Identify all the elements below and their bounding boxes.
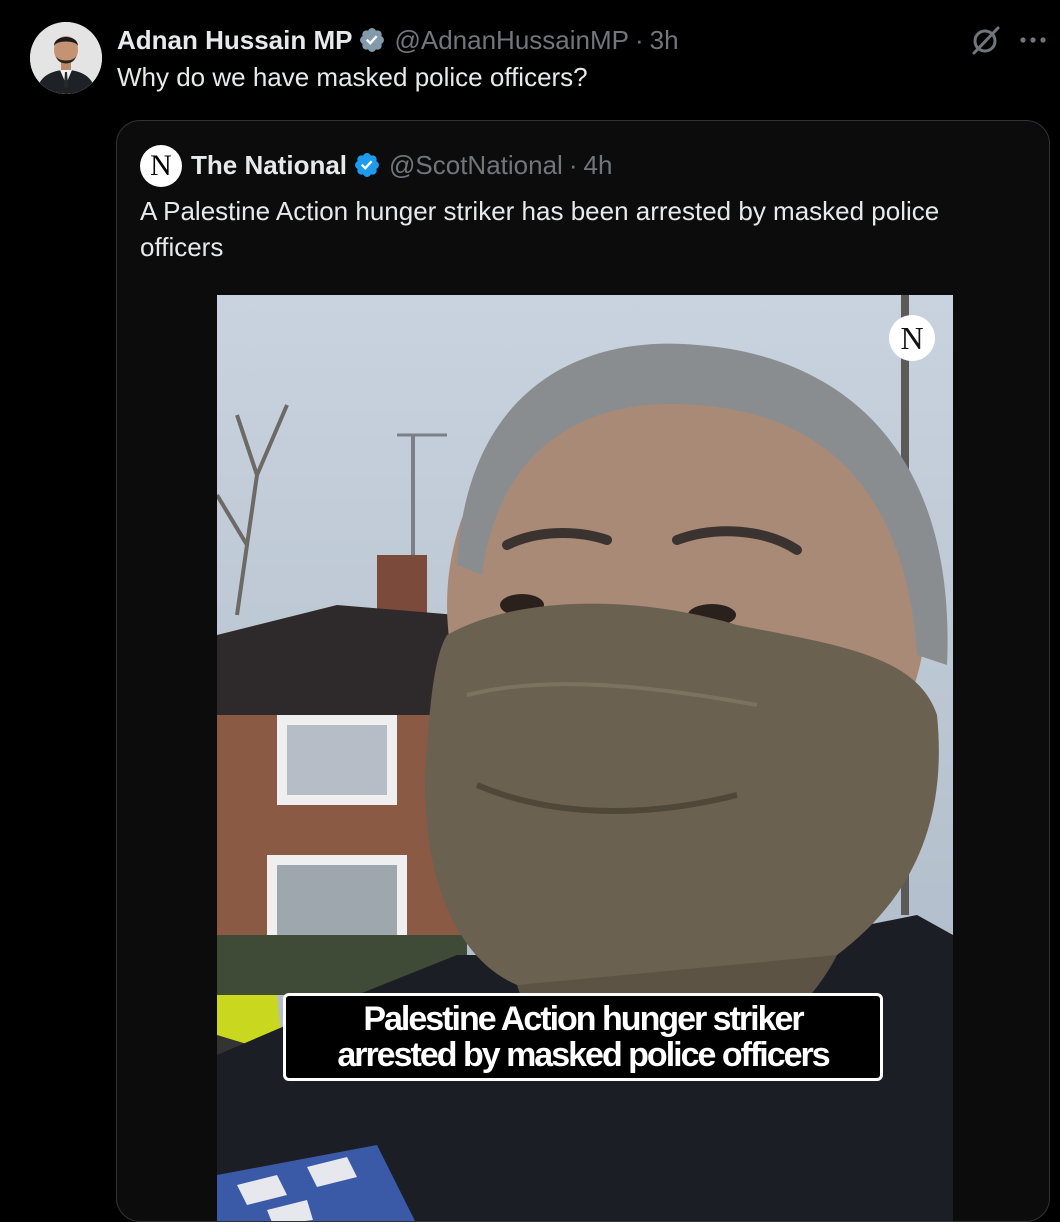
media-caption-line-1: Palestine Action hunger striker [363, 1000, 804, 1038]
grok-icon[interactable] [968, 24, 1002, 58]
avatar-image [30, 22, 102, 94]
quoted-author-avatar[interactable]: N [140, 145, 182, 187]
author-row: Adnan Hussain MP @AdnanHussainMP · 3h [117, 22, 679, 58]
author-name[interactable]: Adnan Hussain MP [117, 25, 352, 56]
media-caption-line-2: arrested by masked police officers [337, 1036, 830, 1074]
author-avatar[interactable] [30, 22, 102, 94]
author-handle[interactable]: @AdnanHussainMP [394, 25, 629, 56]
quoted-author-handle[interactable]: @ScotNational [389, 150, 563, 181]
tweet: Adnan Hussain MP @AdnanHussainMP · 3h Wh… [0, 0, 1060, 1222]
separator-dot: · [635, 24, 644, 55]
media-watermark-letter: N [900, 320, 924, 356]
separator-dot: · [568, 149, 578, 180]
quoted-tweet-card[interactable]: N The National @ScotNational · 4h A Pale… [116, 120, 1050, 1222]
more-options-icon[interactable] [1018, 26, 1048, 54]
quoted-author-name[interactable]: The National [191, 150, 347, 181]
quoted-author-row: The National @ScotNational · 4h [191, 147, 612, 183]
media-photo [217, 295, 953, 1221]
verified-badge-icon [355, 153, 379, 177]
media-caption-box: Palestine Action hunger striker arrested… [283, 993, 883, 1081]
media-watermark-logo: N [889, 315, 935, 361]
tweet-text: Why do we have masked police officers? [117, 62, 588, 92]
the-national-logo: N [150, 149, 172, 182]
quoted-tweet-text: A Palestine Action hunger striker has be… [140, 196, 940, 262]
tweet-time[interactable]: 3h [650, 25, 679, 56]
quoted-media-image[interactable]: N Palestine Action hunger striker arrest… [217, 295, 953, 1221]
quoted-tweet-time[interactable]: 4h [584, 150, 613, 181]
verified-badge-icon [360, 28, 385, 52]
